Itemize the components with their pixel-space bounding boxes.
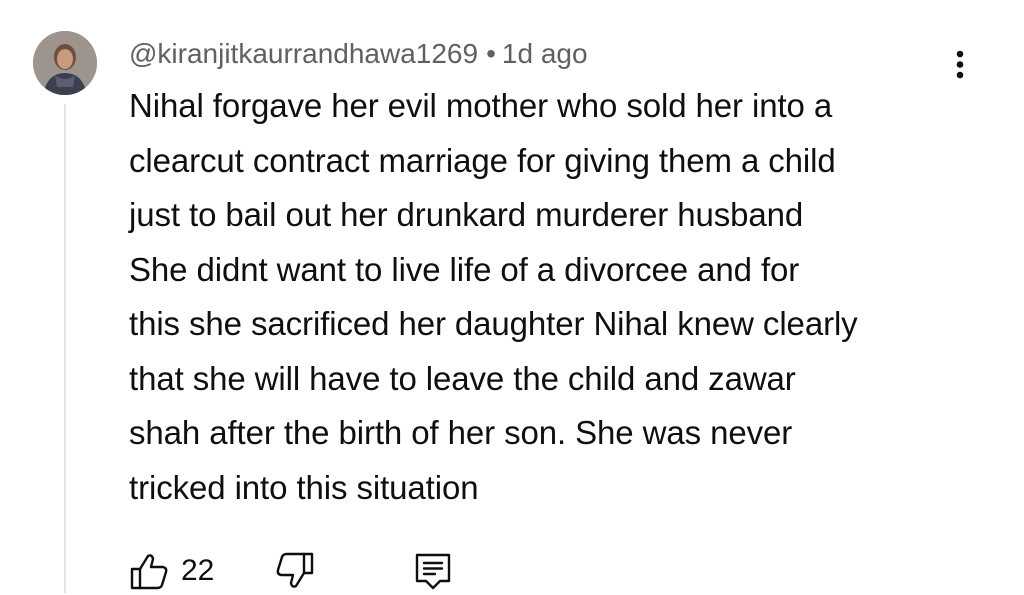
like-count: 22 — [181, 554, 215, 587]
thumbs-up-icon — [130, 554, 168, 590]
reply-icon — [415, 553, 451, 590]
comment-text: Nihal forgave her evil mother who sold h… — [129, 87, 858, 506]
reply-button[interactable] — [413, 545, 461, 595]
more-options-button[interactable] — [940, 40, 980, 88]
thread-line — [64, 104, 66, 593]
dislike-button[interactable] — [275, 545, 323, 595]
comment-meta: @kiranjitkaurrandhawa1269 • 1d ago — [129, 34, 969, 74]
avatar[interactable] — [33, 31, 97, 95]
comment-timestamp[interactable]: 1d ago — [502, 38, 588, 69]
author-handle[interactable]: @kiranjitkaurrandhawa1269 — [129, 38, 478, 69]
avatar-image — [33, 31, 97, 95]
meta-separator: • — [486, 38, 496, 69]
like-button[interactable]: 22 — [129, 545, 229, 595]
thumbs-down-icon — [276, 552, 314, 588]
comment: @kiranjitkaurrandhawa1269 • 1d ago Nihal f… — [129, 34, 969, 515]
more-vert-icon — [956, 50, 964, 79]
